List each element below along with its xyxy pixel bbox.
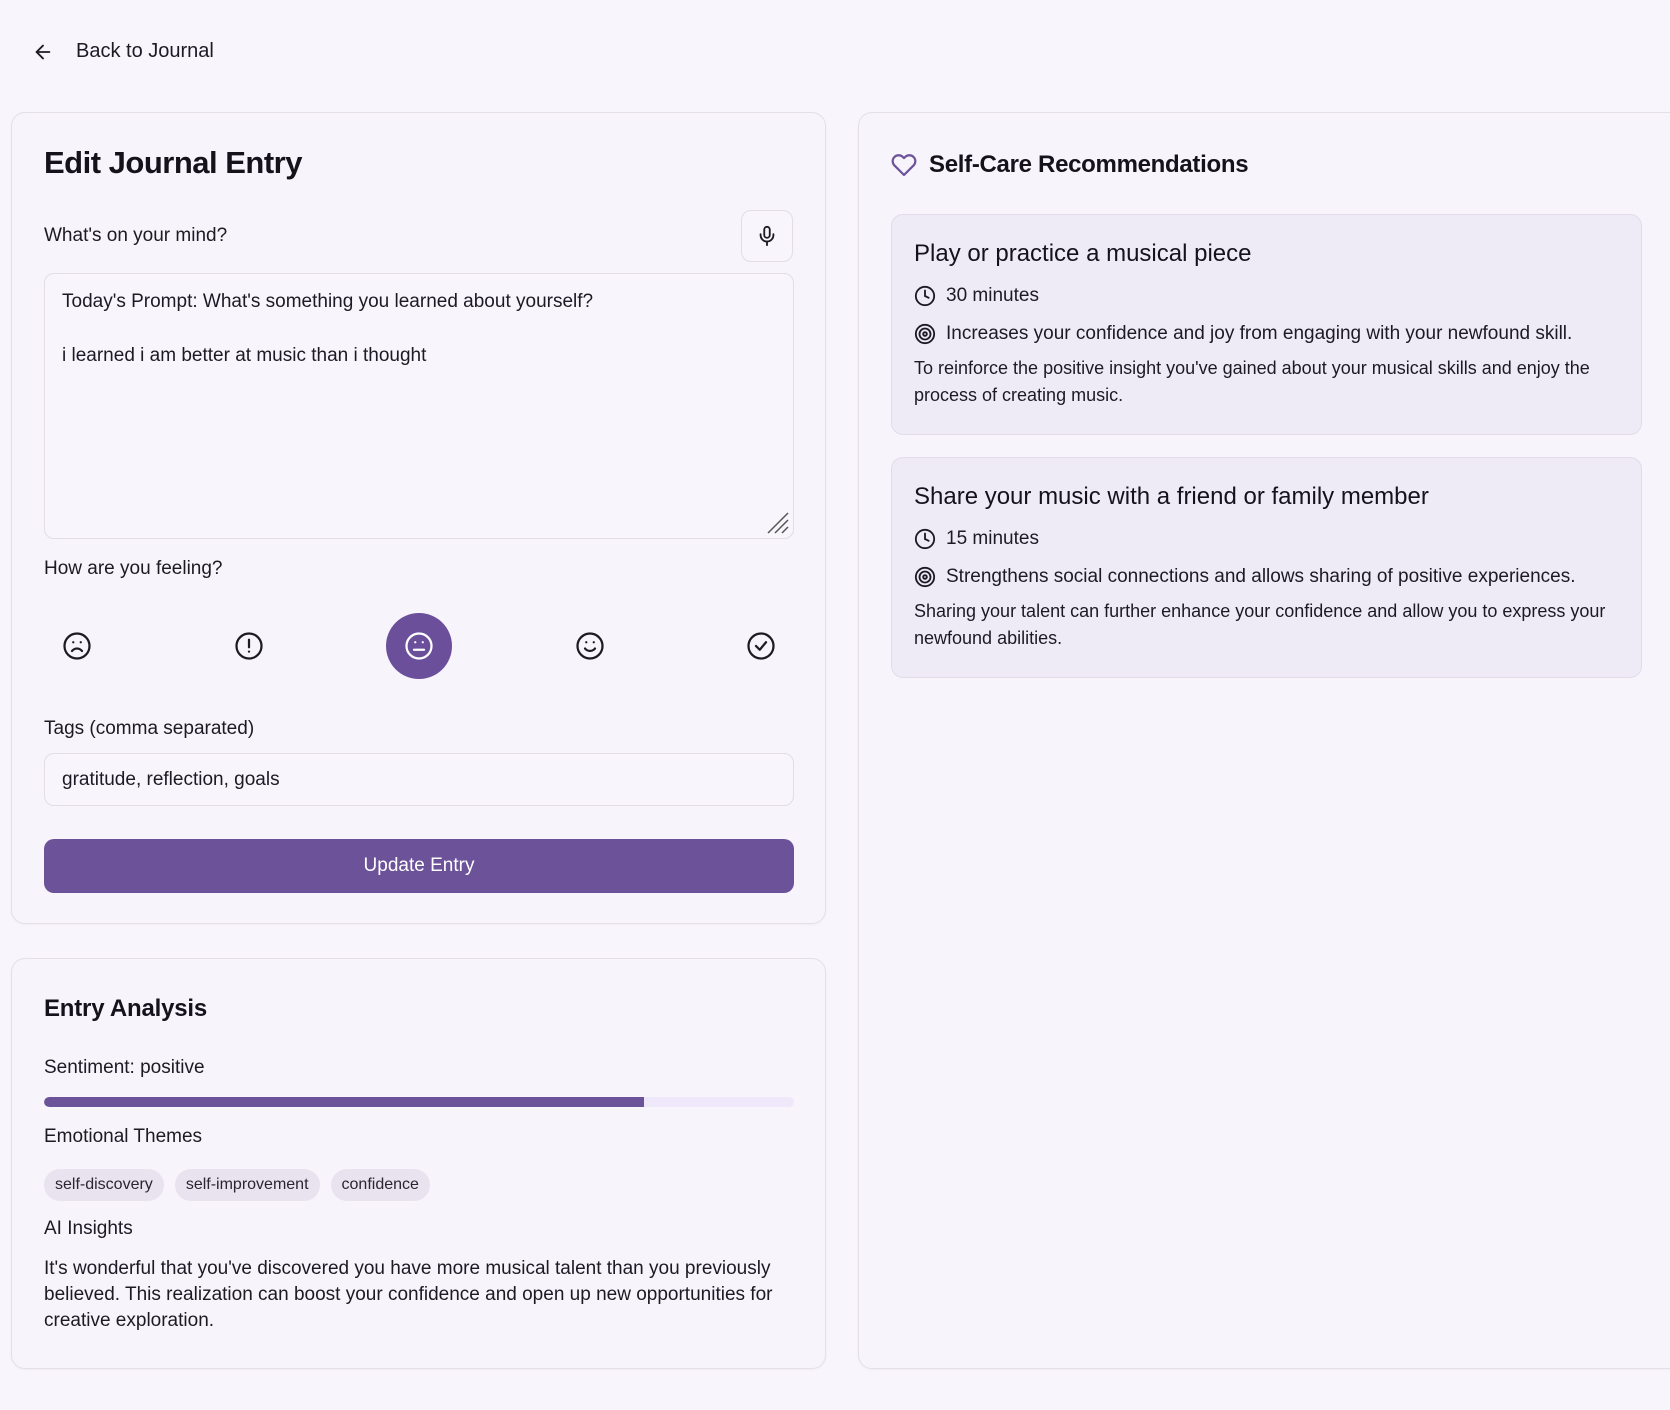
recommendation-duration: 30 minutes [914,285,1039,307]
recommendation-duration: 15 minutes [914,528,1039,550]
entry-text-line: i learned i am better at music than i th… [62,345,427,366]
voice-input-button[interactable] [741,210,793,262]
heart-icon [891,154,917,177]
arrow-left-icon [35,44,51,59]
resize-handle-icon[interactable] [764,509,790,535]
recommendation-description: Sharing your talent can further enhance … [914,601,1606,648]
recommendation-benefit: Increases your confidence and joy from e… [914,323,1572,345]
mood-great-button[interactable] [728,613,794,679]
insights-label: AI Insights [44,1218,133,1239]
theme-chip: confidence [330,1169,430,1201]
mood-happy-button[interactable] [557,613,623,679]
back-link-label: Back to Journal [76,40,214,62]
recommendation-card: Play or practice a musical piece 30 minu… [891,214,1642,435]
mood-neutral-button[interactable] [386,613,452,679]
benefit-text: Strengthens social connections and allow… [946,566,1576,587]
target-icon [914,566,936,588]
frown-face-icon [63,632,91,660]
mood-sad-button[interactable] [44,613,110,679]
recommendation-title: Play or practice a musical piece [914,240,1252,267]
mood-anxious-button[interactable] [216,613,282,679]
entry-text-line [62,315,776,342]
recommendation-card: Share your music with a friend or family… [891,457,1642,678]
entry-label: What's on your mind? [44,225,228,246]
entry-analysis-card: Entry Analysis Sentiment: positive Emoti… [11,958,826,1369]
update-entry-button[interactable]: Update Entry [44,839,794,893]
tags-label: Tags (comma separated) [44,718,255,739]
duration-text: 30 minutes [946,285,1039,306]
analysis-title: Entry Analysis [44,995,208,1022]
sentiment-bar-fill [44,1097,644,1107]
sentiment-label: Sentiment: positive [44,1057,205,1078]
recommendation-title: Share your music with a friend or family… [914,483,1429,510]
theme-chips: self-discovery self-improvement confidence [44,1169,430,1201]
neutral-face-icon [405,632,433,660]
recommendation-benefit: Strengthens social connections and allow… [914,566,1575,588]
clock-icon [914,285,936,307]
entry-text-line: Today's Prompt: What's something you lea… [62,291,594,312]
feeling-label: How are you feeling? [44,558,223,579]
self-care-card: Self-Care Recommendations Play or practi… [858,112,1670,1369]
check-circle-icon [747,632,775,660]
self-care-title: Self-Care Recommendations [891,151,1249,179]
tags-input[interactable]: gratitude, reflection, goals [44,753,794,806]
themes-label: Emotional Themes [44,1126,203,1147]
target-icon [914,323,936,345]
theme-chip: self-improvement [174,1169,320,1201]
self-care-title-text: Self-Care Recommendations [929,151,1249,178]
back-to-journal-link[interactable]: Back to Journal [32,40,214,63]
recommendation-description: To reinforce the positive insight you've… [914,358,1590,405]
clock-icon [914,528,936,550]
duration-text: 15 minutes [946,528,1039,549]
mood-selector [44,613,794,679]
sentiment-bar [44,1097,794,1107]
microphone-icon [759,225,775,247]
page-title: Edit Journal Entry [44,145,302,180]
smile-face-icon [576,632,604,660]
benefit-text: Increases your confidence and joy from e… [946,323,1573,344]
entry-textarea[interactable]: Today's Prompt: What's something you lea… [44,273,794,539]
alert-circle-icon [235,632,263,660]
edit-entry-card: Edit Journal Entry What's on your mind? … [11,112,826,924]
insights-text: It's wonderful that you've discovered yo… [44,1258,773,1331]
theme-chip: self-discovery [44,1169,164,1201]
